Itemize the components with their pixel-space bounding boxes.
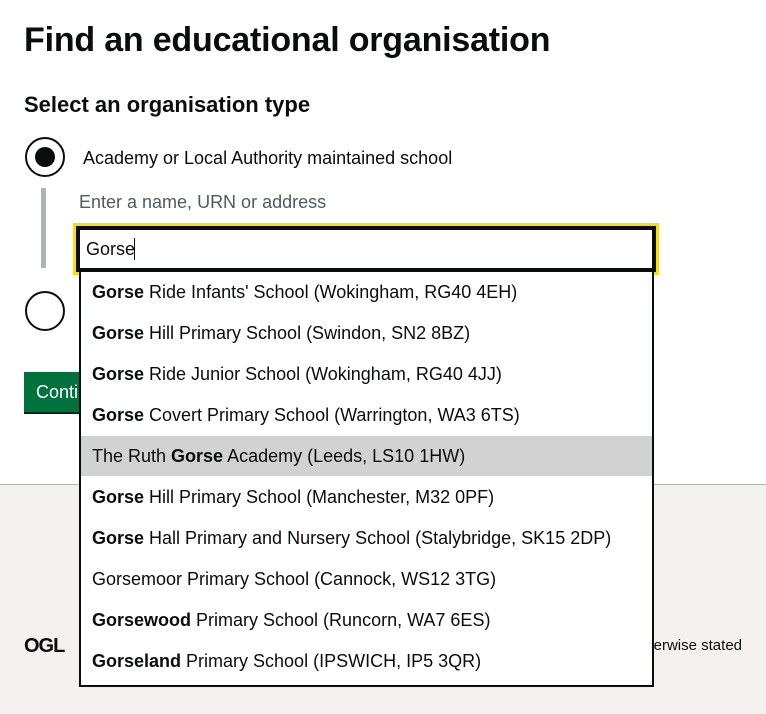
ogl-logo[interactable]: OGL (24, 634, 65, 658)
option-text-match: Gorse (92, 405, 145, 425)
option-text-match: Gorse (92, 528, 145, 548)
option-text-match: Gorse (92, 364, 145, 384)
autocomplete-option[interactable]: Gorseland Primary School (IPSWICH, IP5 3… (81, 641, 652, 682)
option-text-post: Ride Junior School (Wokingham, RG40 4JJ) (144, 364, 502, 384)
autocomplete-option[interactable]: The Ruth Gorse Academy (Leeds, LS10 1HW) (81, 436, 652, 477)
autocomplete-options-list: Gorse Ride Infants' School (Wokingham, R… (81, 272, 652, 682)
autocomplete-option[interactable]: Gorsemoor Primary School (Cannock, WS12 … (81, 559, 652, 600)
option-text-match: Gorse (92, 282, 145, 302)
option-text-match: Gorse (171, 446, 224, 466)
autocomplete-option[interactable]: Gorse Covert Primary School (Warrington,… (81, 395, 652, 436)
footer-licence-text: erwise stated (653, 637, 742, 654)
text-caret (134, 238, 135, 260)
option-text-match: Gorse (92, 487, 145, 507)
radio-other-organisation[interactable] (25, 291, 65, 331)
option-text-post: Hall Primary and Nursery School (Stalybr… (144, 528, 612, 548)
search-hint: Enter a name, URN or address (79, 192, 327, 212)
option-text-post: Covert Primary School (Warrington, WA3 6… (144, 405, 520, 425)
radio-academy-la-maintained-label[interactable]: Academy or Local Authority maintained sc… (83, 146, 452, 170)
option-text-post: Ride Infants' School (Wokingham, RG40 4E… (144, 282, 518, 302)
autocomplete-option[interactable]: Gorsewood Primary School (Runcorn, WA7 6… (81, 600, 652, 641)
option-text-post: Primary School (IPSWICH, IP5 3QR) (181, 651, 482, 671)
autocomplete-option[interactable]: Gorse Hall Primary and Nursery School (S… (81, 518, 652, 559)
option-text-pre: The Ruth (92, 446, 172, 466)
autocomplete-dropdown: Gorse Ride Infants' School (Wokingham, R… (79, 272, 654, 687)
page-title: Find an educational organisation (24, 21, 551, 59)
organisation-type-legend: Select an organisation type (24, 92, 311, 117)
option-text-post: Primary School (Runcorn, WA7 6ES) (191, 610, 491, 630)
organisation-search-input[interactable] (73, 223, 659, 275)
option-text-post: Hill Primary School (Swindon, SN2 8BZ) (144, 323, 471, 343)
option-text-match: Gorseland (92, 651, 182, 671)
option-text-pre: Gorsemoor Primary School (Cannock, WS12 … (92, 569, 497, 589)
autocomplete-option[interactable]: Gorse Ride Junior School (Wokingham, RG4… (81, 354, 652, 395)
autocomplete-option[interactable]: Gorse Hill Primary School (Manchester, M… (81, 477, 652, 518)
conditional-reveal-border (41, 188, 46, 268)
option-text-match: Gorse (92, 323, 145, 343)
option-text-post: Academy (Leeds, LS10 1HW) (223, 446, 466, 466)
option-text-post: Hill Primary School (Manchester, M32 0PF… (144, 487, 495, 507)
radio-academy-la-maintained[interactable] (25, 137, 65, 177)
autocomplete-option[interactable]: Gorse Hill Primary School (Swindon, SN2 … (81, 313, 652, 354)
option-text-match: Gorsewood (92, 610, 192, 630)
autocomplete-option[interactable]: Gorse Ride Infants' School (Wokingham, R… (81, 272, 652, 313)
